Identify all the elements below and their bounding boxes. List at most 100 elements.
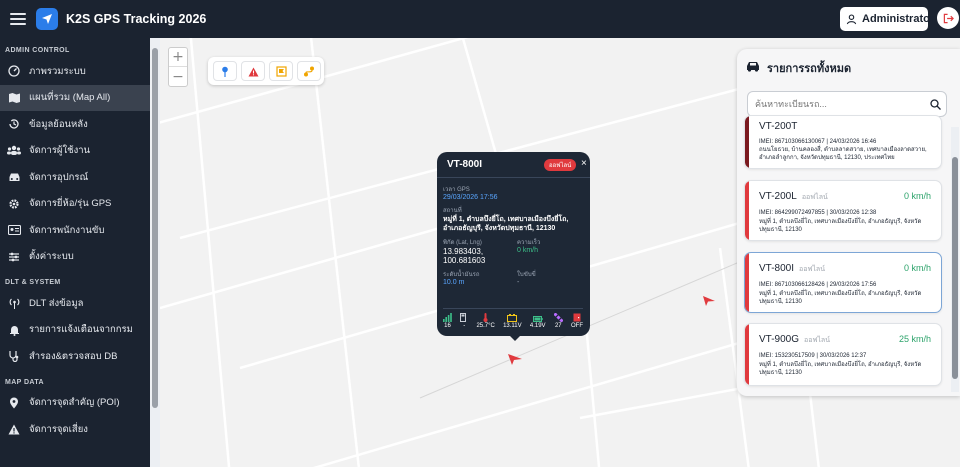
status-bar — [745, 181, 749, 240]
license-value: - — [517, 279, 520, 286]
sidebar-item-label: รายการแจ้งเตือนจากกรม — [29, 324, 133, 336]
vehicle-card[interactable]: VT-900G ออฟไลน์ 25 km/h IMEI: 15323051750… — [744, 323, 942, 386]
user-menu-button[interactable]: Administrator — [840, 7, 934, 31]
sidebar-scrollbar[interactable] — [150, 38, 160, 467]
top-bar: K2S GPS Tracking 2026 — [0, 0, 960, 38]
vehicle-imei: IMEI: 153230517509 | 30/03/2026 12:37 — [759, 353, 867, 359]
sidebar: ADMIN CONTROL ภาพรวมระบบ แผนที่รวม (Map Al… — [0, 38, 151, 467]
sidebar-item[interactable]: จัดการจุดสำคัญ (POI) — [0, 390, 151, 417]
area-tool-button[interactable] — [269, 61, 293, 81]
sidebar-item[interactable]: จัดการผู้ใช้งาน — [0, 138, 151, 165]
sidebar-section-title: DLT & SYSTEM — [5, 279, 61, 286]
fuel-label: ระดับน้ำมันรถ — [443, 272, 480, 278]
vehicle-address: ถนนโยธวย, บ้านคลองสี่, ตำบลลาดสวาย, เทศบ… — [759, 147, 927, 161]
sidebar-item[interactable]: จัดการอุปกรณ์ — [0, 164, 151, 191]
vehicle-name: VT-200T — [759, 121, 798, 132]
sidebar-item[interactable]: DLT ส่งข้อมูล — [0, 290, 151, 317]
vehicle-info-popup: VT-800I ออฟไลน์ × เวลา GPS 29/03/2026 17… — [437, 152, 590, 341]
logout-button[interactable] — [937, 7, 959, 29]
map-icon — [7, 91, 21, 105]
app-title: K2S GPS Tracking 2026 — [66, 12, 207, 26]
sidebar-item[interactable]: รายการแจ้งเตือนจากกรม — [0, 317, 151, 344]
route-icon — [303, 62, 315, 81]
gear-icon — [7, 197, 21, 211]
stethoscope-icon — [7, 349, 21, 363]
search-icon[interactable] — [930, 97, 941, 115]
vehicle-status: ออฟไลน์ — [799, 266, 825, 273]
vehicle-marker[interactable] — [702, 292, 716, 311]
sidebar-item[interactable]: ภาพรวมระบบ — [0, 58, 151, 85]
sidebar-item[interactable]: ข้อมูลย้อนหลัง — [0, 111, 151, 138]
sidebar-item[interactable]: จัดการพนักงานขับ — [0, 217, 151, 244]
sidebar-item[interactable]: แผนที่รวม (Map All) — [0, 84, 151, 111]
gps-time-value: 29/03/2026 17:56 — [443, 194, 498, 201]
sidebar-item[interactable]: จัดการยี่ห้อ/รุ่น GPS — [0, 191, 151, 218]
gps-time-label: เวลา GPS — [443, 187, 470, 193]
sidebar-item-label: ภาพรวมระบบ — [29, 65, 86, 77]
sidebar-item[interactable]: ตั้งค่าระบบ — [0, 244, 151, 271]
vehicle-speed: 25 km/h — [898, 334, 931, 344]
car-icon — [745, 59, 761, 77]
close-popup-button[interactable]: × — [581, 158, 587, 169]
battery-icon — [532, 313, 543, 322]
battery-value: 4.19V — [529, 323, 546, 329]
sidebar-item[interactable]: จัดการจุดเสี่ยง — [0, 416, 151, 443]
vehicle-marker[interactable] — [507, 351, 523, 370]
route-tool-button[interactable] — [297, 61, 321, 81]
bell-icon — [7, 323, 21, 337]
vehicle-address: หมู่ที่ 1, ตำบลบึงยี่โถ, เทศบาลเมืองบึงย… — [759, 219, 922, 233]
vehicle-imei: IMEI: 864299072497855 | 30/03/2026 12:38 — [759, 210, 877, 216]
car-battery-icon — [507, 313, 518, 322]
vehicle-name: VT-900G — [759, 334, 800, 345]
popup-title: VT-800I — [447, 159, 483, 170]
license-label: ใบขับขี่ — [517, 272, 536, 278]
sidebar-scrollbar-thumb[interactable] — [152, 48, 158, 408]
coord-label: พิกัด (Lat, Lng) — [443, 240, 482, 246]
vehicle-speed: 0 km/h — [903, 263, 931, 273]
door-sensor: OFF — [571, 313, 583, 329]
sidebar-item-label: จัดการอุปกรณ์ — [29, 171, 89, 183]
zoom-control: + − — [168, 47, 188, 87]
user-name: Administrator — [862, 13, 935, 25]
sliders-icon — [7, 250, 21, 264]
warning-icon — [248, 62, 259, 81]
vehicle-card[interactable]: VT-200T IMEI: 867103066130067 | 24/03/20… — [744, 115, 942, 169]
fuel-sensor-value: - — [463, 323, 466, 329]
temperature-sensor: 25.7°C — [476, 313, 495, 329]
status-bar — [745, 253, 749, 312]
users-icon — [7, 144, 21, 158]
status-badge: ออฟไลน์ — [544, 159, 577, 171]
speed-value: 0 km/h — [517, 247, 539, 254]
sidebar-item[interactable]: สำรอง&ตรวจสอบ DB — [0, 343, 151, 370]
zoom-in-button[interactable]: + — [169, 48, 187, 67]
location-value: หมู่ที่ 1, ตำบลบึงยี่โถ, เทศบาลเมืองบึงย… — [443, 216, 569, 232]
vehicle-address: หมู่ที่ 1, ตำบลบึงยี่โถ, เทศบาลเมืองบึงย… — [759, 362, 922, 376]
signal-icon — [443, 313, 452, 322]
door-icon — [573, 313, 581, 322]
vehicle-search-input[interactable] — [747, 91, 947, 117]
panel-scrollbar-thumb[interactable] — [952, 157, 958, 379]
car-icon — [7, 170, 21, 184]
vehicle-card[interactable]: VT-200L ออฟไลน์ 0 km/h IMEI: 864299072497… — [744, 180, 942, 241]
speed-label: ความเร็ว — [517, 240, 541, 246]
broadcast-icon — [7, 296, 21, 310]
hamburger-menu-icon[interactable] — [10, 13, 26, 25]
thermometer-icon — [483, 313, 488, 322]
signal-sensor: 16 — [443, 313, 452, 329]
zoom-out-button[interactable]: − — [169, 67, 187, 86]
sidebar-item-label: DLT ส่งข้อมูล — [29, 297, 84, 309]
panel-scrollbar[interactable] — [951, 127, 959, 392]
dashboard-icon — [7, 64, 21, 78]
status-bar — [745, 116, 749, 168]
poi-tool-button[interactable] — [213, 61, 237, 81]
sidebar-item-label: ข้อมูลย้อนหลัง — [29, 118, 88, 130]
popup-tail — [508, 334, 522, 341]
battery-sensor: 4.19V — [530, 313, 546, 329]
risk-tool-button[interactable] — [241, 61, 265, 81]
location-arrow-icon — [36, 8, 58, 30]
sidebar-item-label: ตั้งค่าระบบ — [29, 251, 74, 263]
vehicle-card-selected[interactable]: VT-800I ออฟไลน์ 0 km/h IMEI: 867103066128… — [744, 252, 942, 313]
location-label: สถานที่ — [443, 208, 462, 214]
vehicle-imei: IMEI: 867103066130067 | 24/03/2026 16:46 — [759, 139, 877, 145]
vehicle-speed: 0 km/h — [903, 191, 931, 201]
